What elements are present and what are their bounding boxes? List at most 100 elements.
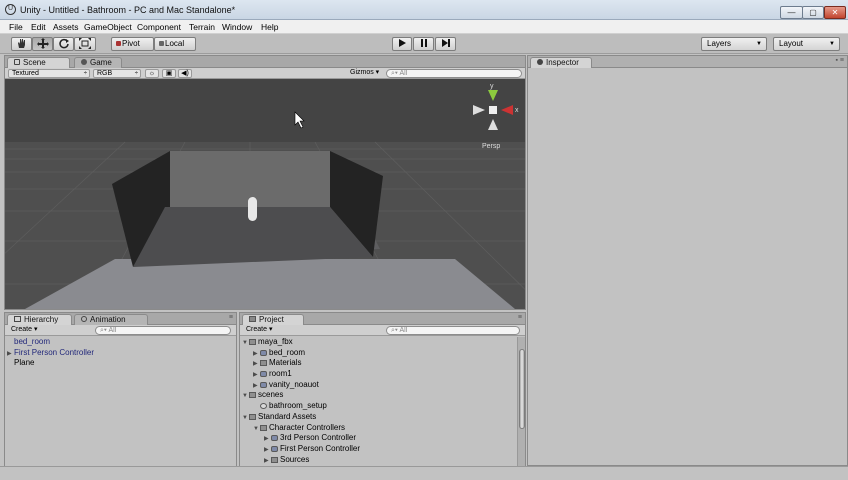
render-mode-dropdown[interactable]: Textured ÷ (8, 69, 90, 78)
panel-menu-icon[interactable]: ▪ ≡ (835, 57, 844, 64)
back-wall (165, 151, 330, 207)
tab-game[interactable]: Game (74, 57, 122, 68)
prefab-icon (271, 435, 278, 442)
persp-label[interactable]: Persp (482, 143, 500, 150)
search-icon: ⌕▾ (391, 327, 398, 334)
hierarchy-create-button[interactable]: Create ▾ (8, 326, 42, 335)
tab-project-label: Project (259, 315, 284, 324)
project-item[interactable]: bathroom_setup (242, 401, 512, 412)
hierarchy-item[interactable]: bed_room (7, 337, 94, 348)
scene-search-input[interactable]: ⌕▾ All (386, 69, 522, 78)
play-button[interactable] (392, 37, 412, 51)
project-item[interactable]: ▼ maya_fbx (242, 337, 512, 348)
gizmo-y-label: y (490, 83, 494, 90)
image-toggle[interactable]: ▣ (162, 69, 176, 78)
gizmos-dropdown[interactable]: Gizmos ▾ (347, 69, 382, 78)
project-item-label: Materials (269, 358, 302, 368)
hierarchy-search-input[interactable]: ⌕▾ All (95, 326, 231, 335)
menu-help[interactable]: Help (261, 22, 278, 32)
hierarchy-item[interactable]: Plane (7, 358, 94, 369)
audio-toggle[interactable]: ◀) (178, 69, 192, 78)
menu-file[interactable]: File (9, 22, 23, 32)
chevron-down-icon: ▼ (829, 41, 835, 47)
panel-menu-icon[interactable]: ≡ (518, 314, 522, 321)
color-mode-dropdown[interactable]: RGB ÷ (93, 69, 141, 78)
scene-render: y x Persp (5, 79, 525, 309)
layout-label: Layout (779, 39, 804, 48)
menu-window[interactable]: Window (222, 22, 252, 32)
folder-icon (260, 424, 267, 431)
local-icon (159, 41, 164, 46)
close-button[interactable]: ✕ (824, 6, 846, 19)
unity-logo-icon: U (5, 4, 16, 15)
tab-inspector[interactable]: Inspector (530, 57, 592, 68)
menu-assets[interactable]: Assets (53, 22, 79, 32)
layers-label: Layers (707, 39, 732, 48)
tab-animation[interactable]: Animation (74, 314, 148, 325)
move-tool-button[interactable] (32, 37, 53, 51)
project-item[interactable]: ▶ vanity_noauot (242, 380, 512, 391)
project-item[interactable]: ▶ First Person Controller (242, 444, 512, 455)
project-item-label: First Person Controller (280, 443, 361, 453)
hierarchy-toolbar: Create ▾ ⌕▾ All (5, 325, 236, 336)
pause-icon (420, 39, 427, 47)
hand-icon (17, 39, 25, 48)
project-scroll-thumb[interactable] (519, 349, 525, 429)
lighting-toggle[interactable]: ☼ (145, 69, 159, 78)
pause-button[interactable] (413, 37, 434, 51)
hand-tool-button[interactable] (11, 37, 32, 51)
menu-terrain[interactable]: Terrain (189, 22, 215, 32)
project-item[interactable]: ▶ bed_room (242, 348, 512, 359)
menu-gameobject[interactable]: GameObject (84, 22, 132, 32)
project-toolbar: Create ▾ ⌕▾ All (240, 325, 525, 336)
scene-controls-bar: Textured ÷ RGB ÷ ☼ ▣ ◀) Gizmos ▾ ⌕▾ All (5, 68, 525, 79)
project-item-label: Character Controllers (269, 422, 346, 432)
hierarchy-item[interactable]: ▶ First Person Controller (7, 348, 94, 359)
sun-icon: ☼ (148, 70, 156, 77)
step-icon (441, 39, 450, 47)
maximize-button[interactable]: ▢ (802, 6, 824, 19)
chevron-icon: ÷ (83, 71, 87, 77)
panel-menu-icon[interactable]: ≡ (229, 314, 233, 321)
create-label: Create (11, 326, 33, 333)
folder-icon (249, 316, 256, 322)
pivot-toggle[interactable]: Pivot (111, 37, 154, 51)
scene-viewport[interactable]: y x Persp (5, 79, 525, 309)
project-item[interactable]: ▼ Standard Assets (242, 412, 512, 423)
tab-hierarchy[interactable]: Hierarchy (7, 314, 72, 325)
scale-tool-button[interactable] (74, 37, 96, 51)
gizmo-center-cube (489, 106, 497, 114)
project-create-button[interactable]: Create ▾ (243, 326, 277, 335)
project-item[interactable]: ▶ Sources (242, 455, 512, 466)
project-item-label: scenes (258, 390, 284, 400)
minimize-button[interactable]: — (780, 6, 803, 19)
layout-dropdown[interactable]: Layout ▼ (773, 37, 840, 51)
menu-edit[interactable]: Edit (31, 22, 46, 32)
project-tab-row: Project ≡ (240, 313, 525, 325)
folder-icon (249, 339, 256, 345)
project-search-input[interactable]: ⌕▾ All (386, 326, 520, 335)
project-item[interactable]: ▶ Materials (242, 358, 512, 369)
rotate-tool-button[interactable] (53, 37, 74, 51)
layers-dropdown[interactable]: Layers ▼ (701, 37, 767, 51)
color-mode-label: RGB (97, 70, 113, 77)
project-item-label: Standard Assets (258, 411, 317, 421)
tab-scene[interactable]: Scene (7, 57, 70, 68)
project-item[interactable]: ▶ room1 (242, 369, 512, 380)
hierarchy-icon (14, 316, 21, 322)
menu-component[interactable]: Component (137, 22, 181, 32)
render-mode-label: Textured (12, 70, 39, 77)
project-item[interactable]: ▶ 3rd Person Controller (242, 433, 512, 444)
hierarchy-item-label: First Person Controller (14, 347, 95, 357)
hierarchy-item-label: Plane (14, 358, 35, 368)
chevron-down-icon: ▼ (756, 41, 762, 47)
scene-icon (260, 403, 267, 410)
inspector-tab-row: Inspector ▪ ≡ (528, 56, 847, 68)
pivot-label: Pivot (122, 39, 140, 48)
project-item[interactable]: ▼ Character Controllers (242, 423, 512, 434)
project-scrollbar[interactable] (517, 337, 525, 467)
project-item[interactable]: ▼ scenes (242, 390, 512, 401)
step-button[interactable] (435, 37, 456, 51)
local-toggle[interactable]: Local (154, 37, 196, 51)
tab-project[interactable]: Project (242, 314, 304, 325)
